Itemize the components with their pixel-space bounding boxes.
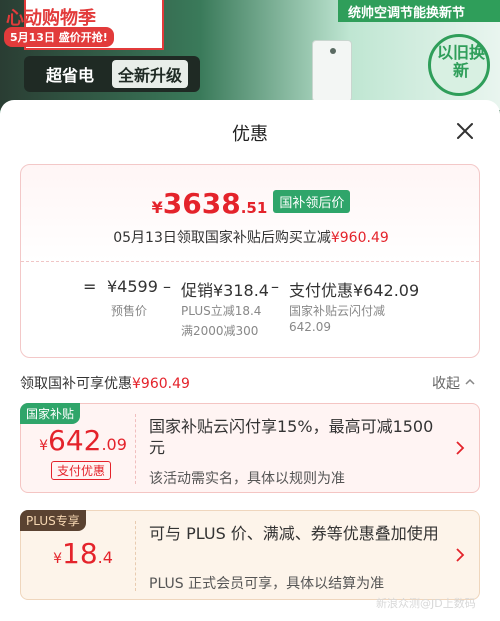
presale-label: 预售价	[111, 304, 148, 318]
offer-amount-integer: 642	[48, 424, 102, 457]
final-price-symbol: ¥	[151, 198, 163, 217]
promo-date: 5月13日 盛价开抢!	[4, 27, 114, 47]
watermark: 新浪众测@JD上数码	[376, 597, 476, 610]
payment-discount-chip: 支付优惠	[51, 461, 112, 480]
final-price-integer: 3638	[162, 187, 241, 220]
offer-amount-symbol: ¥	[53, 551, 62, 567]
minus-sign-2: –	[271, 277, 279, 296]
chevron-up-icon	[465, 378, 475, 385]
offer-description: 国家补贴云闪付享15%，最高可减1500元	[149, 417, 434, 457]
offer-amount-decimal: .4	[97, 548, 113, 567]
offer-divider	[135, 414, 136, 484]
discount-sheet: 优惠 ¥3638.51 国补领后价 05月13日领取国家补贴后购买立减¥960.4…	[0, 100, 500, 621]
dashed-divider	[21, 261, 479, 262]
offer-note: PLUS 正式会员可享，具体以结算为准	[149, 576, 385, 592]
promotion-discount: 促销¥318.4	[181, 281, 269, 300]
plus-exclusive-offer[interactable]: PLUS专享 ¥18.4 可与 PLUS 价、满减、券等优惠叠加使用 PLUS …	[20, 510, 480, 600]
final-price-decimal: .51	[240, 199, 268, 217]
offer-label: 国家补贴	[20, 403, 81, 424]
offer-amount: ¥642.09	[31, 424, 135, 457]
subsidy-section-label: 领取国补可享优惠	[20, 376, 132, 392]
offer-divider	[135, 521, 136, 591]
collapse-label: 收起	[432, 376, 460, 392]
payment-discount: 支付优惠¥642.09	[289, 281, 420, 300]
collapse-button[interactable]: 收起	[432, 373, 476, 393]
upgrade-tag: 全新升级	[112, 60, 189, 88]
trade-in-badge-text: 以旧换新	[436, 43, 485, 80]
full-reduction-detail: 满2000减300	[181, 324, 259, 338]
device-logo-dot	[330, 48, 336, 54]
campaign-text: 统帅空调节能换新节	[348, 6, 466, 21]
final-price: ¥3638.51 国补领后价	[21, 187, 481, 220]
close-icon[interactable]	[454, 120, 476, 142]
sheet-title: 优惠	[232, 124, 268, 145]
plus-discount-detail: PLUS立减18.4	[181, 304, 262, 318]
energy-tag: 超省电	[46, 66, 95, 85]
equals-sign: =	[83, 277, 97, 296]
offer-description: 可与 PLUS 价、满减、券等优惠叠加使用	[149, 524, 439, 543]
offer-amount-decimal: .09	[101, 435, 127, 454]
offer-note: 该活动需实名，具体以规则为准	[149, 471, 345, 487]
offer-amount-symbol: ¥	[39, 438, 48, 454]
offer-amount-integer: 18	[62, 537, 98, 570]
savings-subtitle-text: 05月13日领取国家补贴后购买立减	[113, 230, 331, 246]
national-subsidy-offer[interactable]: 国家补贴 ¥642.09 支付优惠 国家补贴云闪付享15%，最高可减1500元 …	[20, 403, 480, 493]
chevron-right-icon[interactable]	[455, 547, 465, 563]
savings-amount: ¥960.49	[330, 230, 389, 246]
subsidy-section-header: 领取国补可享优惠¥960.49	[20, 373, 190, 393]
offer-label: PLUS专享	[20, 510, 86, 531]
savings-subtitle: 05月13日领取国家补贴后购买立减¥960.49	[21, 227, 481, 247]
price-summary-card: ¥3638.51 国补领后价 05月13日领取国家补贴后购买立减¥960.49 =…	[20, 164, 480, 358]
minus-sign-1: –	[163, 277, 171, 296]
subsidy-section-amount: ¥960.49	[132, 376, 190, 392]
chevron-right-icon[interactable]	[455, 440, 465, 456]
product-banner: 心动购物季 5月13日 盛价开抢! 超省电 全新升级 统帅空调节能换新节 以旧换…	[0, 0, 500, 110]
subsidy-price-tag: 国补领后价	[273, 190, 351, 213]
offer-amount: ¥18.4	[31, 537, 135, 570]
presale-price: ¥4599	[107, 277, 158, 296]
payment-discount-amount: 642.09	[289, 320, 331, 334]
